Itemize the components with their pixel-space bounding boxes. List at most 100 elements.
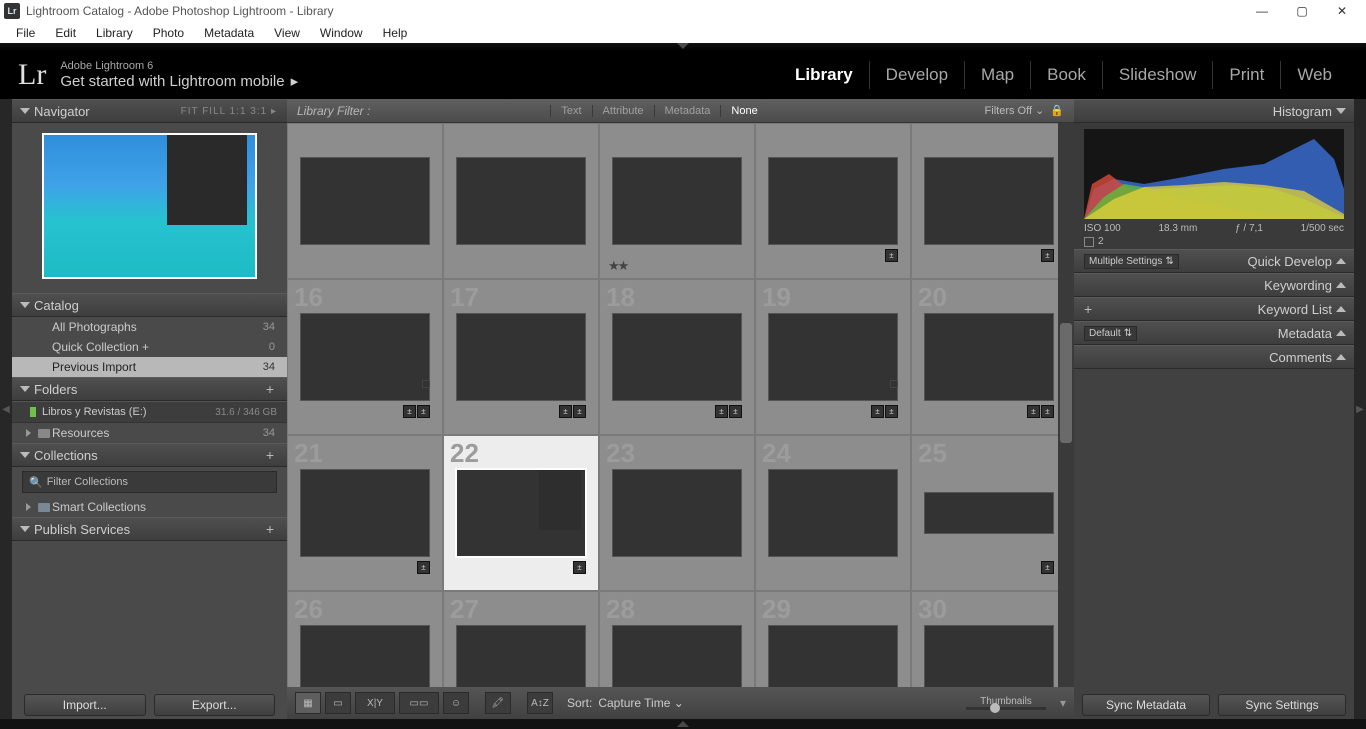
minimize-button[interactable]: — [1242, 1, 1282, 21]
rating-stars[interactable]: ★★ [608, 258, 627, 274]
menu-view[interactable]: View [264, 24, 310, 42]
develop-badge-icon[interactable]: ± [1041, 405, 1054, 418]
module-slideshow[interactable]: Slideshow [1102, 61, 1213, 89]
develop-badge-icon[interactable]: ± [1041, 249, 1054, 262]
toolbar-options-chevron[interactable]: ▾ [1060, 696, 1066, 710]
thumbnail-cell[interactable]: 22± [443, 435, 599, 591]
view-loupe-button[interactable]: ▭ [325, 692, 351, 714]
comments-header[interactable]: Comments [1074, 345, 1354, 369]
thumbnail-cell[interactable]: 23 [599, 435, 755, 591]
quick-develop-preset-select[interactable]: Multiple Settings ⇅ [1084, 254, 1179, 269]
sync-settings-button[interactable]: Sync Settings [1218, 694, 1346, 716]
filmstrip-toggle[interactable] [0, 719, 1366, 729]
smart-collections[interactable]: Smart Collections [12, 497, 287, 517]
add-folder-button[interactable]: + [263, 381, 277, 397]
menu-edit[interactable]: Edit [45, 24, 86, 42]
thumbnail-cell[interactable] [287, 123, 443, 279]
menu-window[interactable]: Window [310, 24, 373, 42]
metadata-preset-select[interactable]: Default ⇅ [1084, 326, 1137, 341]
thumbnail-size-slider[interactable] [966, 707, 1046, 710]
catalog-header[interactable]: Catalog [12, 293, 287, 317]
menu-photo[interactable]: Photo [143, 24, 194, 42]
thumbnail-cell[interactable]: 29 [755, 591, 911, 687]
right-panel-toggle[interactable]: ▶ [1354, 99, 1366, 719]
sync-metadata-button[interactable]: Sync Metadata [1082, 694, 1210, 716]
develop-badge-icon[interactable]: ± [871, 405, 884, 418]
add-collection-button[interactable]: + [263, 447, 277, 463]
thumbnail-cell[interactable]: 16±± [287, 279, 443, 435]
develop-badge-icon[interactable]: ± [715, 405, 728, 418]
develop-badge-icon[interactable]: ± [559, 405, 572, 418]
thumbnail-cell[interactable]: 24 [755, 435, 911, 591]
keyword-list-header[interactable]: + Keyword List [1074, 297, 1354, 321]
develop-badge-icon[interactable]: ± [1041, 561, 1054, 574]
thumbnail-cell[interactable]: 20±± [911, 279, 1067, 435]
view-grid-button[interactable]: ▦ [295, 692, 321, 714]
thumbnail-cell[interactable]: ★★ [599, 123, 755, 279]
develop-badge-icon[interactable]: ± [885, 405, 898, 418]
thumbnail-cell[interactable]: 27 [443, 591, 599, 687]
collections-header[interactable]: Collections + [12, 443, 287, 467]
develop-badge-icon[interactable]: ± [573, 561, 586, 574]
histogram-header[interactable]: Histogram [1074, 99, 1354, 123]
develop-badge-icon[interactable]: ± [885, 249, 898, 262]
menu-file[interactable]: File [6, 24, 45, 42]
menu-library[interactable]: Library [86, 24, 143, 42]
module-web[interactable]: Web [1280, 61, 1348, 89]
top-panel-toggle[interactable] [0, 43, 1366, 51]
import-button[interactable]: Import... [24, 694, 146, 716]
publish-services-header[interactable]: Publish Services + [12, 517, 287, 541]
view-compare-button[interactable]: X|Y [355, 692, 395, 714]
catalog-previous-import[interactable]: Previous Import34 [12, 357, 287, 377]
develop-badge-icon[interactable]: ± [417, 561, 430, 574]
view-survey-button[interactable]: ▭▭ [399, 692, 439, 714]
quick-develop-header[interactable]: Multiple Settings ⇅ Quick Develop [1074, 249, 1354, 273]
grid-scrollbar[interactable] [1058, 123, 1074, 687]
develop-badge-icon[interactable]: ± [417, 405, 430, 418]
painter-tool[interactable]: 🖍 [485, 692, 511, 714]
export-button[interactable]: Export... [154, 694, 276, 716]
filter-tab-metadata[interactable]: Metadata [654, 105, 721, 117]
thumbnail-cell[interactable]: 26 [287, 591, 443, 687]
thumbnail-cell[interactable]: ± [911, 123, 1067, 279]
develop-badge-icon[interactable]: ± [729, 405, 742, 418]
left-panel-toggle[interactable]: ◀ [0, 99, 12, 719]
keywording-header[interactable]: Keywording [1074, 273, 1354, 297]
thumbnail-cell[interactable]: 28 [599, 591, 755, 687]
thumbnail-cell[interactable]: 21± [287, 435, 443, 591]
module-print[interactable]: Print [1212, 61, 1280, 89]
navigator-zoom-options[interactable]: FIT FILL 1:1 3:1 ▸ [181, 106, 277, 117]
add-publish-button[interactable]: + [263, 521, 277, 537]
filter-tab-attribute[interactable]: Attribute [592, 105, 654, 117]
add-keyword-button[interactable]: + [1084, 301, 1092, 317]
thumbnail-cell[interactable] [443, 123, 599, 279]
module-library[interactable]: Library [779, 61, 869, 89]
filter-tab-none[interactable]: None [720, 105, 767, 117]
mobile-link[interactable]: Get started with Lightroom mobile▸ [60, 72, 298, 90]
thumbnail-cell[interactable]: 25± [911, 435, 1067, 591]
catalog-quick-collection[interactable]: Quick Collection +0 [12, 337, 287, 357]
catalog-all-photographs[interactable]: All Photographs34 [12, 317, 287, 337]
folder-volume[interactable]: Libros y Revistas (E:) 31.6 / 346 GB [12, 401, 287, 423]
sort-direction-button[interactable]: A↕Z [527, 692, 553, 714]
thumbnail-cell[interactable]: 18±± [599, 279, 755, 435]
module-map[interactable]: Map [964, 61, 1030, 89]
histogram-chart[interactable] [1084, 129, 1344, 219]
view-people-button[interactable]: ☺ [443, 692, 469, 714]
navigator-preview[interactable] [12, 123, 287, 293]
metadata-header[interactable]: Default ⇅ Metadata [1074, 321, 1354, 345]
module-book[interactable]: Book [1030, 61, 1102, 89]
sort-select[interactable]: Capture Time ⌄ [598, 696, 683, 710]
thumbnail-cell[interactable]: ± [755, 123, 911, 279]
thumbnail-cell[interactable]: 30 [911, 591, 1067, 687]
menu-metadata[interactable]: Metadata [194, 24, 264, 42]
thumbnail-cell[interactable]: 19±± [755, 279, 911, 435]
menu-help[interactable]: Help [373, 24, 418, 42]
filter-tab-text[interactable]: Text [550, 105, 591, 117]
develop-badge-icon[interactable]: ± [573, 405, 586, 418]
thumbnail-cell[interactable]: 17±± [443, 279, 599, 435]
develop-badge-icon[interactable]: ± [1027, 405, 1040, 418]
close-button[interactable]: ✕ [1322, 1, 1362, 21]
filter-collections-input[interactable]: 🔍 Filter Collections [22, 471, 277, 493]
maximize-button[interactable]: ▢ [1282, 1, 1322, 21]
